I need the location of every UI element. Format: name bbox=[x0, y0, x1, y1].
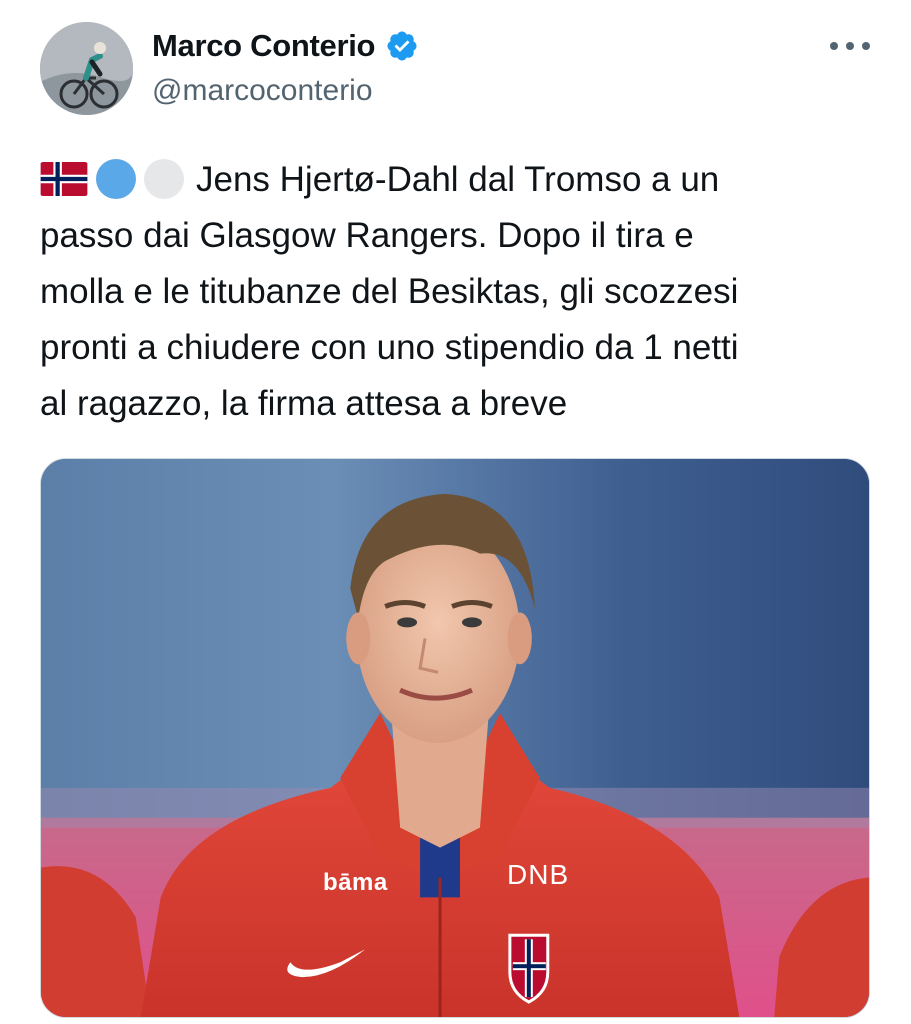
post-text: Jens Hjertø-Dahl dal Tromso a un passo d… bbox=[40, 152, 880, 432]
dot bbox=[862, 42, 870, 50]
dot bbox=[830, 42, 838, 50]
norway-flag-icon bbox=[40, 161, 88, 196]
author-name-row: Marco Conterio bbox=[152, 26, 419, 66]
author-display-name[interactable]: Marco Conterio bbox=[152, 28, 375, 64]
blue-circle-icon bbox=[96, 158, 136, 199]
post-text-line-3: molla e le titubanze del Besiktas, gli s… bbox=[40, 272, 739, 311]
author-handle[interactable]: @marcoconterio bbox=[152, 74, 373, 108]
jersey-sponsor-dnb: DNB bbox=[507, 859, 570, 890]
emoji-group bbox=[40, 158, 184, 199]
post-media-photo[interactable]: bāma DNB bbox=[40, 458, 870, 1018]
more-horizontal-icon[interactable] bbox=[830, 34, 870, 58]
post-text-line: Jens Hjertø-Dahl dal Tromso a un bbox=[40, 152, 880, 208]
white-circle-icon bbox=[144, 158, 184, 199]
post-text-line-2: passo dai Glasgow Rangers. Dopo il tira … bbox=[40, 216, 694, 255]
post-text-line-1: Jens Hjertø-Dahl dal Tromso a un bbox=[196, 160, 720, 199]
cyclist-avatar-image bbox=[40, 22, 133, 115]
verified-badge-icon[interactable] bbox=[385, 29, 419, 63]
player-photo-image bbox=[41, 459, 869, 1017]
post-text-line-5: al ragazzo, la firma attesa a breve bbox=[40, 384, 568, 423]
dot bbox=[846, 42, 854, 50]
post-text-line-4: pronti a chiudere con uno stipendio da 1… bbox=[40, 328, 739, 367]
post-header: Marco Conterio @marcoconterio bbox=[0, 0, 911, 130]
author-avatar[interactable] bbox=[40, 22, 133, 115]
jersey-sponsor-bama: bāma bbox=[323, 869, 388, 896]
